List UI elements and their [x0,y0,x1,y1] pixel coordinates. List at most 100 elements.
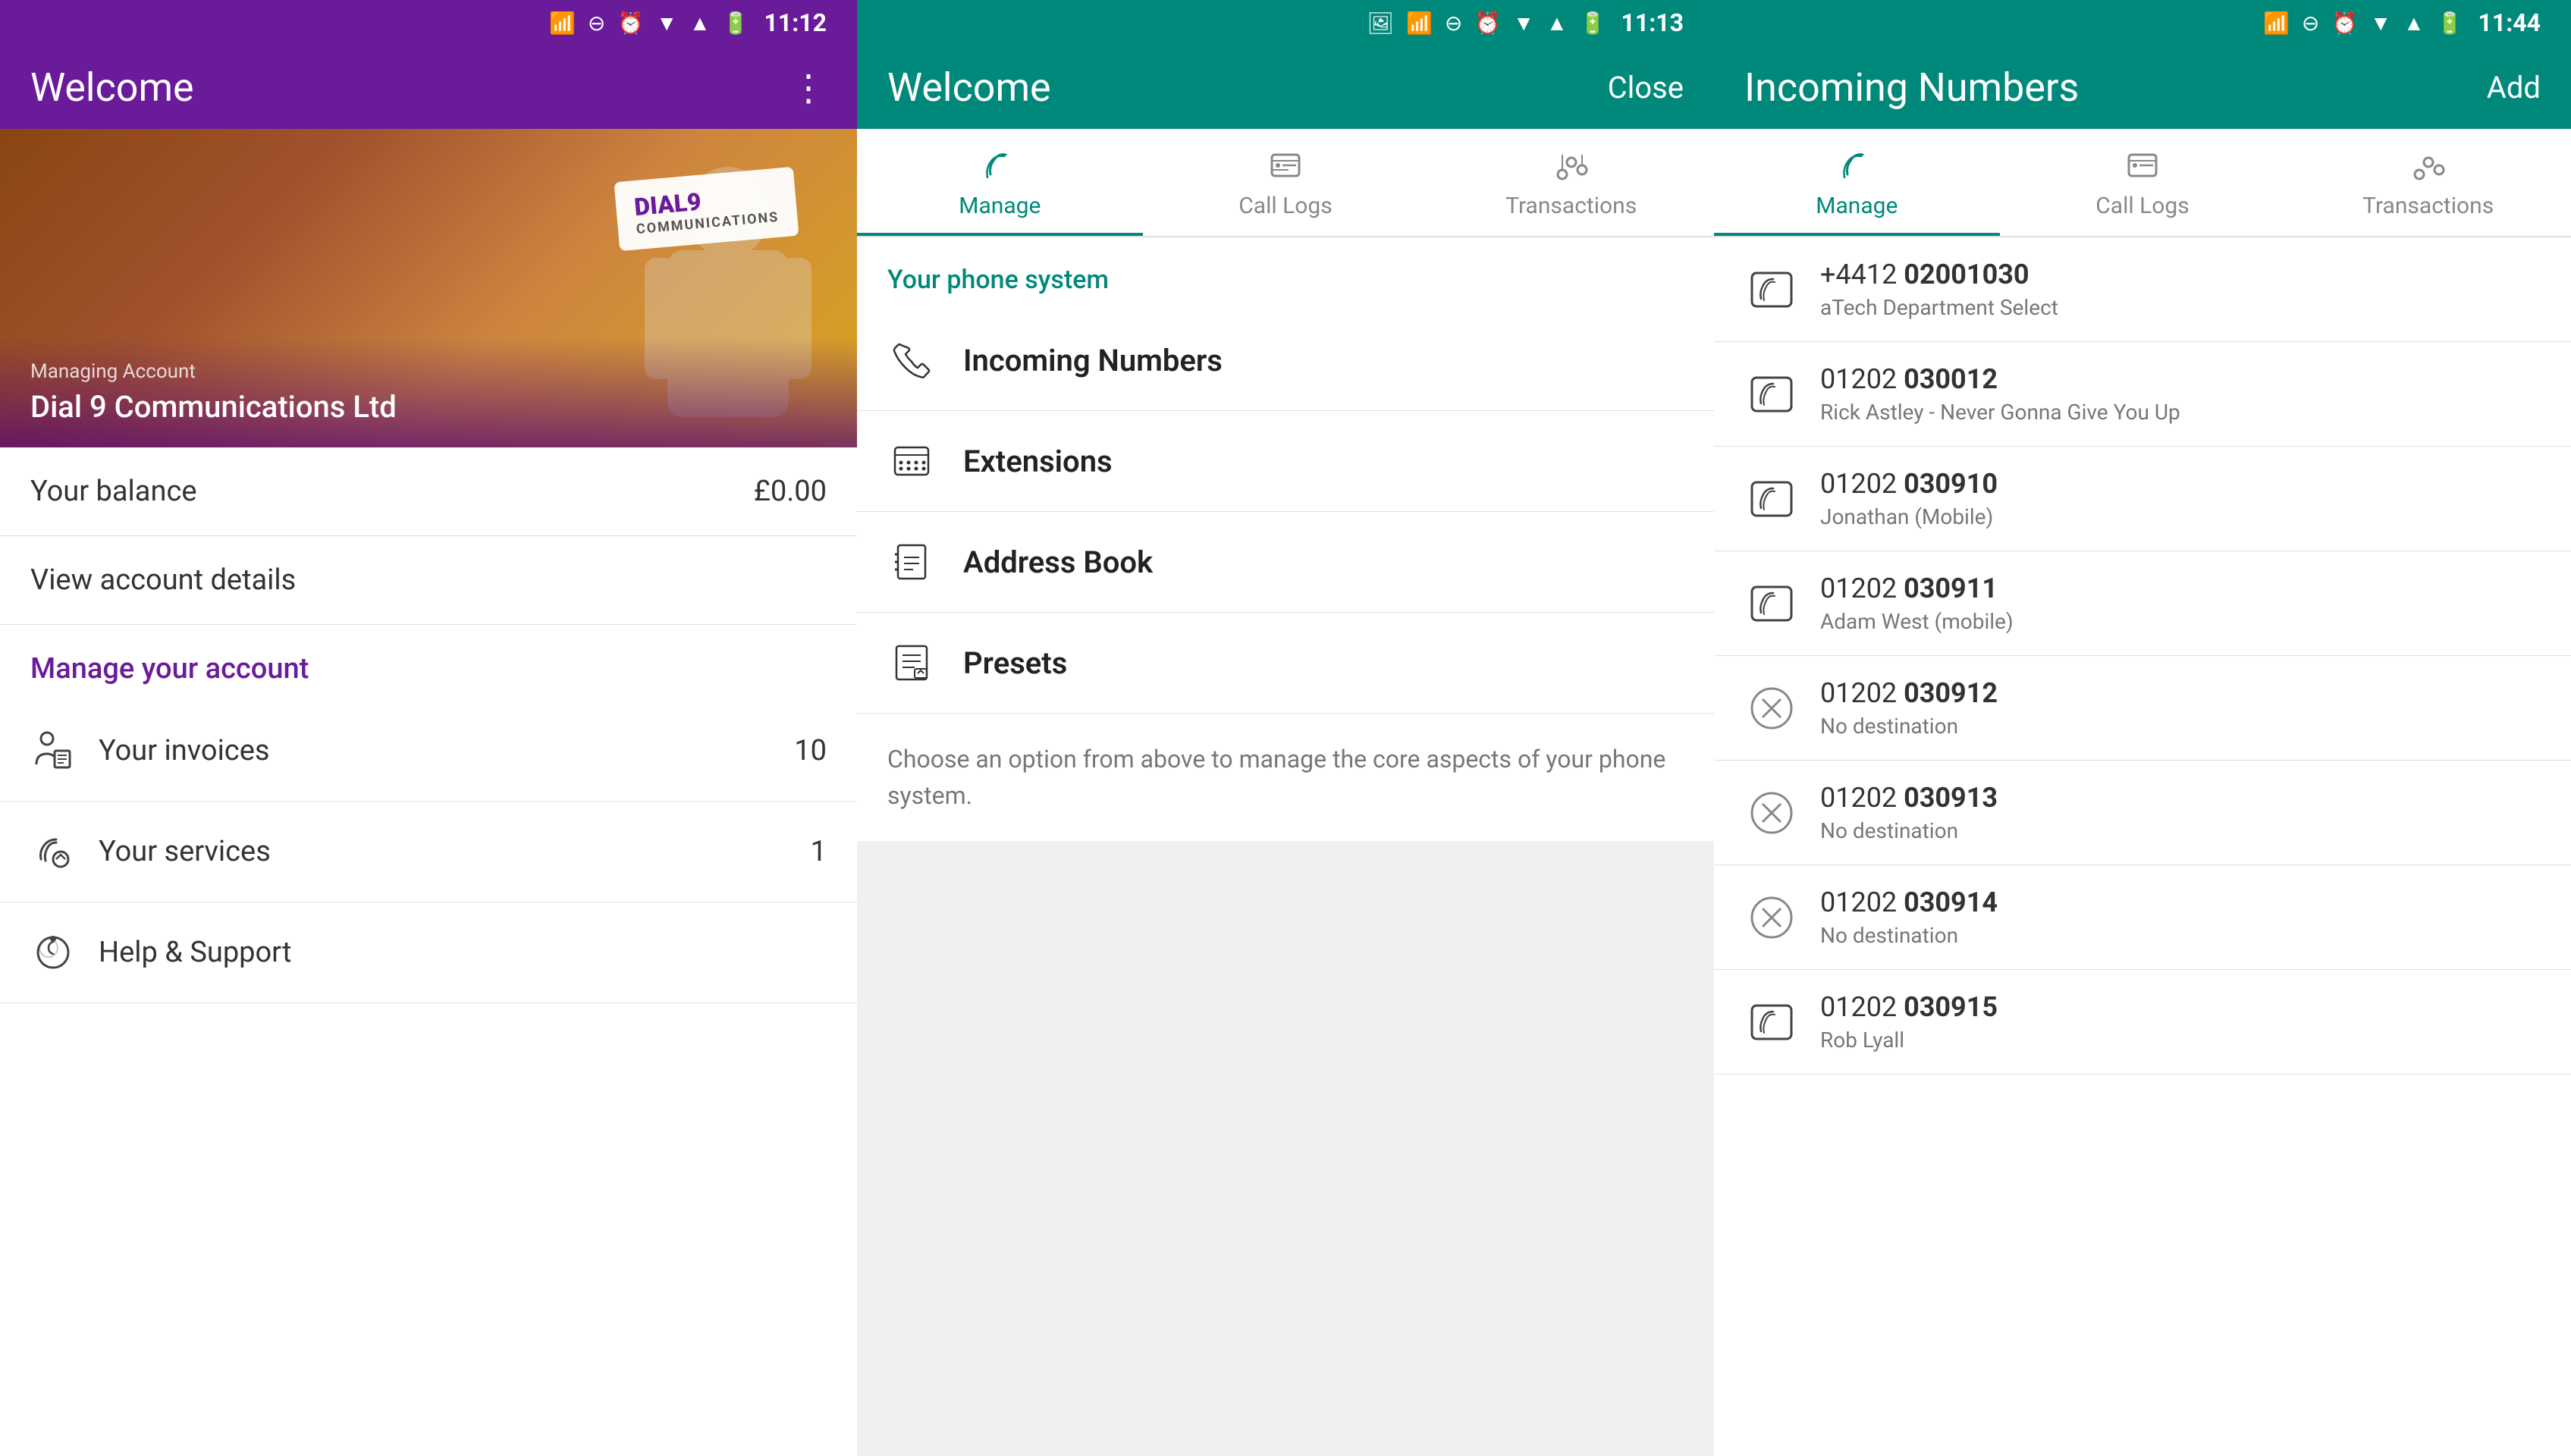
nav-incoming-numbers-label: Incoming Numbers [963,343,1223,378]
number-list-item[interactable]: 01202 030912 No destination [1714,656,2571,761]
number-list: +4412 02001030 aTech Department Select 0… [1714,237,2571,1456]
number-bold-4: 030912 [1904,677,1998,709]
alarm-icon-3: ⏰ [2331,11,2358,36]
tab-manage-2[interactable]: Manage [857,129,1143,236]
network-icon: ▲ [689,11,711,36]
screen-welcome-teal: 🖼 📶 ⊖ ⏰ ▼ ▲ 🔋 11:13 Welcome Close Manage [857,0,1714,1456]
managing-account-label: Managing Account [30,360,827,383]
number-icon-7 [1744,995,1799,1050]
manage-account-section-header: Manage your account [0,625,857,701]
balance-amount: £0.00 [754,475,827,508]
signal-icon: ⊖ [588,11,605,36]
number-icon-3 [1744,576,1799,631]
help-support-label: Help & Support [99,936,291,969]
network-icon-2: ▲ [1546,11,1568,36]
tab-transactions-3[interactable]: Transactions [2285,129,2571,236]
time-display-1: 11:12 [764,8,827,37]
number-bold-5: 030913 [1904,782,1998,814]
number-icon-0 [1744,262,1799,317]
number-list-item[interactable]: +4412 02001030 aTech Department Select [1714,237,2571,342]
number-bold-0: 02001030 [1904,259,2029,290]
number-name-3: Adam West (mobile) [1820,609,2014,634]
number-list-item[interactable]: 01202 030914 No destination [1714,865,2571,970]
app-title-1: Welcome [30,64,194,111]
number-display-1: 01202 030012 [1820,363,2180,395]
tab-calllogs-2[interactable]: Call Logs [1143,129,1429,236]
services-badge: 1 [811,835,827,868]
number-list-item[interactable]: 01202 030012 Rick Astley - Never Gonna G… [1714,342,2571,447]
services-menu-item[interactable]: Your services 1 [0,802,857,902]
invoices-menu-item[interactable]: Your invoices 10 [0,701,857,802]
transactions-tab-icon-3 [2410,147,2447,184]
app-title-2: Welcome [887,64,1051,111]
nav-presets-label: Presets [963,645,1067,681]
presets-nav-icon [887,639,936,687]
number-list-item[interactable]: 01202 030915 Rob Lyall [1714,970,2571,1075]
nav-extensions-label: Extensions [963,444,1113,479]
app-header-1: Welcome ⋮ [0,46,857,129]
number-name-6: No destination [1820,923,1998,948]
balance-label: Your balance [30,475,196,508]
number-display-5: 01202 030913 [1820,782,1998,814]
bluetooth-icon-3: 📶 [2263,11,2290,36]
tab-manage-3[interactable]: Manage [1714,129,2000,236]
status-icons-1: 📶 ⊖ ⏰ ▼ ▲ 🔋 [549,11,749,36]
manage-tab-icon-3 [1838,147,1875,184]
tab-calllogs-3[interactable]: Call Logs [2000,129,2286,236]
number-bold-1: 030012 [1904,363,1998,395]
add-button[interactable]: Add [2487,70,2541,105]
hero-overlay: Managing Account Dial 9 Communications L… [0,337,857,447]
image-icon: 🖼 [1367,11,1394,36]
app-header-2: Welcome Close [857,46,1714,129]
alarm-icon: ⏰ [617,11,644,36]
nav-extensions[interactable]: Extensions [857,411,1714,512]
screen-incoming-numbers: 📶 ⊖ ⏰ ▼ ▲ 🔋 11:44 Incoming Numbers Add M… [1714,0,2571,1456]
number-display-4: 01202 030912 [1820,677,1998,709]
number-name-1: Rick Astley - Never Gonna Give You Up [1820,400,2180,425]
number-name-7: Rob Lyall [1820,1028,1998,1053]
status-bar-1: 📶 ⊖ ⏰ ▼ ▲ 🔋 11:12 [0,0,857,46]
number-icon-1 [1744,367,1799,422]
nav-address-book[interactable]: Address Book [857,512,1714,613]
transactions-tab-icon [1553,147,1590,184]
nav-incoming-numbers[interactable]: Incoming Numbers [857,310,1714,411]
calllogs-tab-icon-3 [2124,147,2161,184]
number-bold-6: 030914 [1904,886,1998,918]
nav-presets[interactable]: Presets [857,613,1714,714]
nav-address-book-label: Address Book [963,544,1153,580]
invoices-badge: 10 [794,734,827,767]
number-list-item[interactable]: 01202 030911 Adam West (mobile) [1714,551,2571,656]
tab-calllogs-label-2: Call Logs [1238,193,1332,219]
bluetooth-icon-2: 📶 [1406,11,1433,36]
company-name: Dial 9 Communications Ltd [30,389,827,425]
view-account-details[interactable]: View account details [0,536,857,625]
hint-text: Choose an option from above to manage th… [857,714,1714,841]
tab-transactions-label-3: Transactions [2362,193,2494,219]
invoices-label: Your invoices [99,734,269,767]
help-support-icon [30,930,76,975]
services-icon [30,829,76,874]
number-bold-3: 030911 [1904,573,1998,604]
tabs-bar-2: Manage Call Logs [857,129,1714,237]
number-display-3: 01202 030911 [1820,573,2014,604]
status-icons-2: 🖼 📶 ⊖ ⏰ ▼ ▲ 🔋 [1367,11,1606,36]
calllogs-tab-icon [1267,147,1304,184]
extensions-nav-icon [887,437,936,485]
help-support-menu-item[interactable]: Help & Support [0,902,857,1003]
bluetooth-icon: 📶 [549,11,576,36]
grey-bottom-area [857,841,1714,1456]
close-button[interactable]: Close [1608,70,1684,105]
battery-icon-2: 🔋 [1580,11,1606,36]
number-name-4: No destination [1820,714,1998,739]
manage-tab-icon [981,147,1018,184]
number-name-5: No destination [1820,818,1998,843]
number-list-item[interactable]: 01202 030910 Jonathan (Mobile) [1714,447,2571,551]
invoices-icon [30,728,76,774]
services-label: Your services [99,835,271,868]
number-list-item[interactable]: 01202 030913 No destination [1714,761,2571,865]
tab-transactions-2[interactable]: Transactions [1428,129,1714,236]
overflow-menu-icon[interactable]: ⋮ [790,66,827,109]
battery-icon-3: 🔋 [2437,11,2463,36]
hero-image: DIAL9 COMMUNICATIONS Managing Account Di… [0,129,857,447]
app-header-3: Incoming Numbers Add [1714,46,2571,129]
